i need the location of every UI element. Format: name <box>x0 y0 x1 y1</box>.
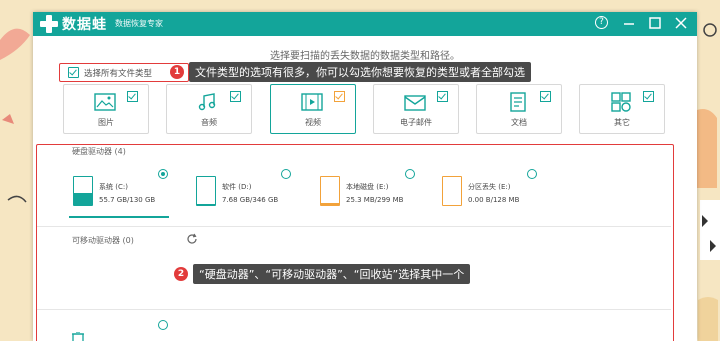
music-icon <box>198 93 216 111</box>
refresh-icon[interactable] <box>186 233 198 245</box>
drive-size: 55.7 GB/130 GB <box>99 196 156 204</box>
category-label: 音频 <box>201 118 217 127</box>
category-label: 图片 <box>98 118 114 127</box>
category-document[interactable]: 文档 <box>476 84 562 134</box>
video-icon <box>301 93 323 111</box>
drive-icon <box>442 176 462 206</box>
select-all-label: 选择所有文件类型 <box>84 68 153 79</box>
recycle-bin-icon[interactable] <box>71 332 85 341</box>
category-label: 电子邮件 <box>400 118 432 127</box>
drive-d-radio[interactable] <box>281 169 291 179</box>
drive-c[interactable]: 系统 (C:) 55.7 GB/130 GB <box>69 172 169 218</box>
recycle-bin-radio[interactable] <box>158 320 168 330</box>
drive-icon <box>196 176 216 206</box>
checkbox-icon <box>127 91 138 102</box>
removable-drives-label: 可移动驱动器 (0) <box>72 236 134 245</box>
category-image[interactable]: 图片 <box>63 84 149 134</box>
drive-e[interactable]: 本地磁盘 (E:) 25.3 MB/299 MB <box>316 172 416 216</box>
drive-name: 系统 (C:) <box>99 183 128 191</box>
email-icon <box>404 95 426 111</box>
drive-size: 7.68 GB/346 GB <box>222 196 279 204</box>
category-label: 视频 <box>305 118 321 127</box>
drive-d[interactable]: 软件 (D:) 7.68 GB/346 GB <box>192 172 292 216</box>
annotation-badge-2: 2 <box>174 267 188 281</box>
drive-usage-fill <box>74 192 92 205</box>
other-icon <box>611 92 631 112</box>
category-label: 其它 <box>614 118 630 127</box>
close-icon[interactable] <box>673 15 689 31</box>
document-icon <box>510 92 526 112</box>
title-bar: 数据蛙 数据恢复专家 ? <box>33 12 697 36</box>
category-other[interactable]: 其它 <box>579 84 665 134</box>
hard-drives-label: 硬盘驱动器 (4) <box>72 147 126 156</box>
drive-usage-fill <box>197 204 215 205</box>
drive-size: 25.3 MB/299 MB <box>346 196 404 204</box>
category-video[interactable]: 视频 <box>270 84 356 134</box>
checkbox-icon <box>437 91 448 102</box>
drive-icon <box>73 176 93 206</box>
help-icon[interactable]: ? <box>595 15 611 31</box>
logo-cross-icon <box>39 14 59 34</box>
checkbox-icon <box>68 67 79 78</box>
section-divider <box>37 309 671 310</box>
minimize-icon[interactable] <box>621 15 637 31</box>
drive-e-radio[interactable] <box>405 169 415 179</box>
section-divider <box>37 226 671 227</box>
category-audio[interactable]: 音频 <box>166 84 252 134</box>
app-window: 数据蛙 数据恢复专家 ? 选择要扫描的丢失数据的数据类型和路径。 选择所有文件类… <box>33 12 697 341</box>
category-email[interactable]: 电子邮件 <box>373 84 459 134</box>
category-label: 文档 <box>511 118 527 127</box>
annotation-tip-1: 文件类型的选项有很多，你可以勾选你想要恢复的类型或者全部勾选 <box>189 62 531 82</box>
window-controls: ? <box>595 15 689 31</box>
app-name: 数据蛙 <box>62 17 107 33</box>
drive-icon <box>320 176 340 206</box>
drive-name: 软件 (D:) <box>222 183 252 191</box>
app-subtitle: 数据恢复专家 <box>115 19 163 28</box>
drive-lost[interactable]: 分区丢失 (E:) 0.00 B/128 MB <box>438 172 538 216</box>
drive-usage-fill <box>321 202 339 205</box>
checkbox-icon <box>230 91 241 102</box>
drive-lost-radio[interactable] <box>527 169 537 179</box>
drive-name: 本地磁盘 (E:) <box>346 183 389 191</box>
drive-size: 0.00 B/128 MB <box>468 196 520 204</box>
drive-name: 分区丢失 (E:) <box>468 183 511 191</box>
maximize-icon[interactable] <box>647 15 663 31</box>
checkbox-icon <box>334 91 345 102</box>
image-icon <box>94 93 116 111</box>
checkbox-icon <box>643 91 654 102</box>
annotation-badge-1: 1 <box>170 65 184 79</box>
drive-c-radio[interactable] <box>158 169 168 179</box>
checkbox-icon <box>540 91 551 102</box>
instruction-text: 选择要扫描的丢失数据的数据类型和路径。 <box>270 51 460 62</box>
app-logo: 数据蛙 <box>39 14 107 34</box>
annotation-tip-2: “硬盘动器”、“可移动驱动器”、“回收站”选择其中一个 <box>193 264 471 284</box>
